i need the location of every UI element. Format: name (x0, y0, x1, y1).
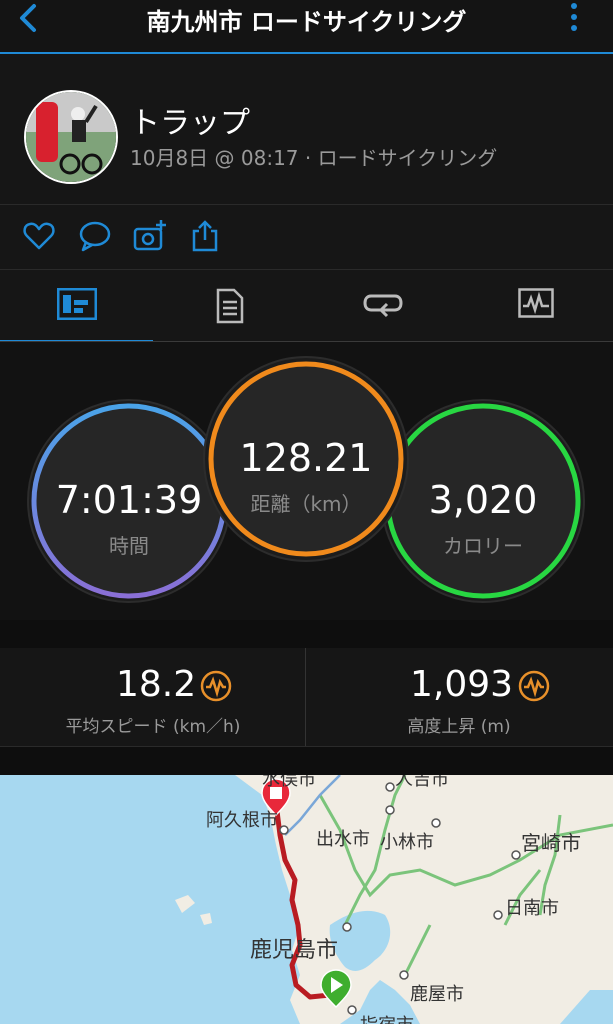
user-name[interactable]: トラップ (130, 98, 250, 142)
map-label-miyazaki: 宮崎市 (521, 831, 581, 855)
map-label-akune: 阿久根市 (206, 810, 278, 831)
calories-value: 3,020 (428, 478, 538, 522)
avg-speed-value: 18.2 (116, 664, 197, 705)
map-label-ibusuki: 指宿市 (360, 1011, 414, 1024)
time-value: 7:01:39 (55, 478, 203, 522)
like-icon[interactable] (22, 219, 56, 253)
activity-meta: 10月8日 @ 08:17 · ロードサイクリング (130, 146, 498, 170)
tab-laps[interactable] (306, 270, 459, 340)
tab-summary[interactable] (0, 270, 153, 343)
elevation-stat: 1,093 高度上昇 (m) (306, 648, 612, 746)
tab-details[interactable] (153, 270, 306, 340)
avatar[interactable] (24, 90, 118, 184)
share-icon[interactable] (188, 219, 222, 253)
map-label-minamata: 水俣市 (262, 775, 316, 790)
map-label-kagoshima: 鹿児島市 (250, 938, 339, 963)
laps-icon (362, 294, 403, 318)
stats-rings: 7:01:39 時間 3,020 カロリー 128.21 距離（km） (0, 342, 613, 620)
tab-bar (0, 270, 613, 343)
map-label-kobayashi: 小林市 (380, 832, 434, 853)
details-icon (216, 288, 243, 324)
page-title: 南九州市 ロードサイクリング (146, 8, 467, 36)
comment-icon[interactable] (78, 219, 112, 253)
elevation-value: 1,093 (410, 664, 514, 705)
section-gap (0, 747, 613, 775)
distance-ring: 128.21 距離（km） (203, 356, 409, 562)
activity-profile: トラップ 10月8日 @ 08:17 · ロードサイクリング (0, 54, 613, 205)
more-options-icon[interactable] (565, 0, 583, 40)
distance-value: 128.21 (239, 436, 373, 480)
elevation-label: 高度上昇 (m) (407, 717, 511, 737)
calories-ring: 3,020 カロリー (380, 398, 586, 604)
route-map[interactable]: 水俣市 人吉市 阿久根市 出水市 小林市 宮崎市 日南市 鹿児島市 鹿屋市 指宿… (0, 775, 613, 1024)
time-ring: 7:01:39 時間 (26, 398, 232, 604)
calories-label: カロリー (443, 534, 523, 558)
map-label-hitoyoshi: 人吉市 (395, 775, 449, 790)
map-label-izumi: 出水市 (316, 829, 370, 850)
graph-icon (517, 288, 554, 318)
avg-speed-stat: 18.2 平均スピード (km／h) (0, 648, 306, 746)
map-label-nichinan: 日南市 (505, 898, 559, 919)
section-gap (0, 620, 613, 649)
avg-speed-label: 平均スピード (km／h) (65, 717, 241, 737)
activity-pulse-icon (200, 670, 232, 702)
activity-pulse-icon (518, 670, 550, 702)
stats-divider (305, 648, 306, 746)
time-label: 時間 (109, 534, 149, 558)
tab-graph[interactable] (459, 270, 612, 340)
add-photo-icon[interactable] (133, 219, 167, 253)
app-header: 南九州市 ロードサイクリング (0, 0, 613, 54)
action-bar (0, 205, 613, 270)
map-label-kanoya: 鹿屋市 (410, 984, 464, 1005)
summary-icon (56, 288, 97, 320)
stats-row: 18.2 平均スピード (km／h) 1,093 高度上昇 (m) (0, 648, 613, 747)
distance-label: 距離（km） (250, 492, 362, 516)
